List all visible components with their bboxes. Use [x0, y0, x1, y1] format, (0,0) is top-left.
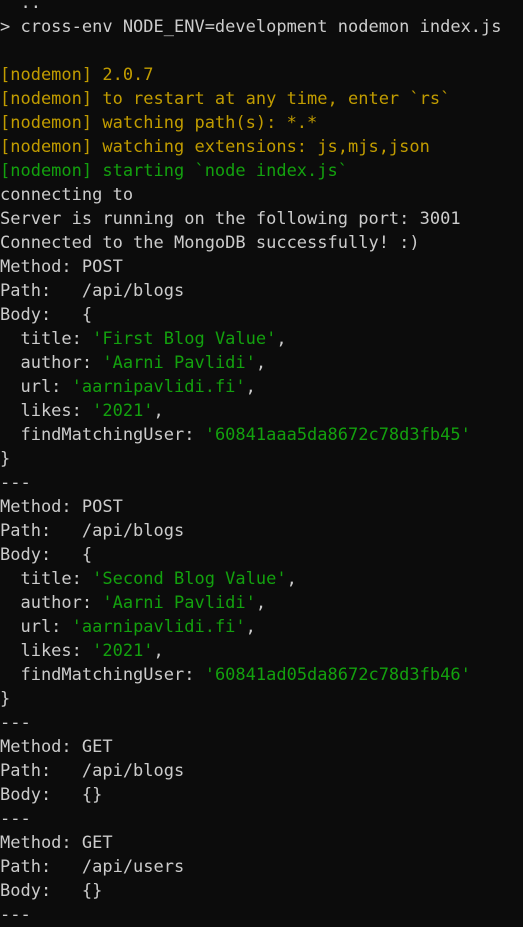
terminal-text: 'aarnipavlidi.fi' [71, 617, 246, 637]
terminal-line: author: 'Aarni Pavlidi', [0, 351, 523, 375]
terminal-line: Method: GET [0, 735, 523, 759]
terminal-output[interactable]: .. > cross-env NODE_ENV=development nodem… [0, 0, 523, 927]
terminal-line: Method: POST [0, 255, 523, 279]
terminal-line: title: 'First Blog Value', [0, 327, 523, 351]
terminal-text: Body: {} [0, 785, 103, 805]
terminal-text: likes: [0, 641, 93, 661]
terminal-line: Path: /api/blogs [0, 519, 523, 543]
terminal-text: , [153, 401, 164, 421]
terminal-line: --- [0, 903, 523, 927]
terminal-line: .. [0, 0, 523, 15]
terminal-line: likes: '2021', [0, 399, 523, 423]
terminal-text: --- [0, 713, 31, 733]
terminal-text: Path: /api/users [0, 857, 185, 877]
terminal-text: , [276, 329, 287, 349]
terminal-text: '2021' [92, 641, 154, 661]
terminal-text: --- [0, 473, 31, 493]
terminal-line: } [0, 447, 523, 471]
terminal-text: , [286, 569, 297, 589]
terminal-text: 'First Blog Value' [92, 329, 277, 349]
terminal-line: Path: /api/blogs [0, 279, 523, 303]
terminal-text: '2021' [92, 401, 154, 421]
terminal-line: > cross-env NODE_ENV=development nodemon… [0, 15, 523, 39]
terminal-text: } [0, 689, 11, 709]
terminal-text: , [245, 617, 256, 637]
terminal-line: Connected to the MongoDB successfully! :… [0, 231, 523, 255]
terminal-text: '60841aaa5da8672c78d3fb45' [204, 425, 471, 445]
terminal-text: author: [0, 353, 103, 373]
terminal-text: } [0, 449, 11, 469]
terminal-text: > cross-env NODE_ENV=development nodemon… [0, 17, 502, 37]
terminal-text: Path: /api/blogs [0, 761, 185, 781]
terminal-text: title: [0, 329, 93, 349]
terminal-line: Path: /api/users [0, 855, 523, 879]
terminal-text: Path: /api/blogs [0, 281, 185, 301]
terminal-text: [nodemon] watching path(s): *.* [0, 113, 318, 133]
terminal-text: Method: POST [0, 257, 123, 277]
terminal-line: Body: {} [0, 783, 523, 807]
terminal-line: [nodemon] watching path(s): *.* [0, 111, 523, 135]
terminal-text: , [245, 377, 256, 397]
terminal-text: author: [0, 593, 103, 613]
terminal-text: likes: [0, 401, 93, 421]
terminal-text: 'Aarni Pavlidi' [102, 593, 256, 613]
terminal-text: Server is running on the following port:… [0, 209, 461, 229]
terminal-line: findMatchingUser: '60841aaa5da8672c78d3f… [0, 423, 523, 447]
terminal-text: --- [0, 905, 31, 925]
terminal-line: } [0, 687, 523, 711]
terminal-text: [nodemon] starting `node index.js` [0, 161, 348, 181]
terminal-line: Method: POST [0, 495, 523, 519]
terminal-line: Body: { [0, 543, 523, 567]
terminal-text: Method: GET [0, 737, 113, 757]
terminal-line: author: 'Aarni Pavlidi', [0, 591, 523, 615]
terminal-text: Path: /api/blogs [0, 521, 185, 541]
terminal-text: findMatchingUser: [0, 425, 205, 445]
terminal-line: findMatchingUser: '60841ad05da8672c78d3f… [0, 663, 523, 687]
terminal-line: Method: GET [0, 831, 523, 855]
terminal-text: url: [0, 377, 72, 397]
terminal-line: [nodemon] to restart at any time, enter … [0, 87, 523, 111]
terminal-text: , [153, 641, 164, 661]
terminal-text: Body: { [0, 545, 93, 565]
terminal-text: Body: {} [0, 881, 103, 901]
terminal-text: '60841ad05da8672c78d3fb46' [204, 665, 471, 685]
terminal-text: 'Aarni Pavlidi' [102, 353, 256, 373]
terminal-line: --- [0, 807, 523, 831]
terminal-text: , [255, 353, 267, 373]
terminal-text: Method: POST [0, 497, 123, 517]
terminal-text: Body: { [0, 305, 93, 325]
terminal-text: connecting to [0, 185, 134, 205]
terminal-line: Server is running on the following port:… [0, 207, 523, 231]
terminal-text: [nodemon] 2.0.7 [0, 65, 154, 85]
terminal-text: title: [0, 569, 93, 589]
terminal-line: [nodemon] starting `node index.js` [0, 159, 523, 183]
terminal-line: [nodemon] 2.0.7 [0, 63, 523, 87]
terminal-line: url: 'aarnipavlidi.fi', [0, 375, 523, 399]
terminal-text: url: [0, 617, 72, 637]
terminal-line: Body: {} [0, 879, 523, 903]
terminal-line: likes: '2021', [0, 639, 523, 663]
terminal-text: 'Second Blog Value' [92, 569, 287, 589]
terminal-text: [nodemon] watching extensions: js,mjs,js… [0, 137, 430, 157]
terminal-text: [nodemon] to restart at any time, enter … [0, 89, 451, 109]
terminal-text: findMatchingUser: [0, 665, 205, 685]
terminal-text: Connected to the MongoDB successfully! :… [0, 233, 420, 253]
terminal-text: .. [0, 0, 41, 13]
terminal-line: title: 'Second Blog Value', [0, 567, 523, 591]
terminal-line: --- [0, 711, 523, 735]
terminal-line: url: 'aarnipavlidi.fi', [0, 615, 523, 639]
terminal-line: Body: { [0, 303, 523, 327]
terminal-text: --- [0, 809, 31, 829]
terminal-text: , [255, 593, 267, 613]
terminal-line: connecting to [0, 183, 523, 207]
terminal-line: --- [0, 471, 523, 495]
terminal-line: Path: /api/blogs [0, 759, 523, 783]
terminal-text: Method: GET [0, 833, 113, 853]
terminal-line: [nodemon] watching extensions: js,mjs,js… [0, 135, 523, 159]
terminal-text: 'aarnipavlidi.fi' [71, 377, 246, 397]
